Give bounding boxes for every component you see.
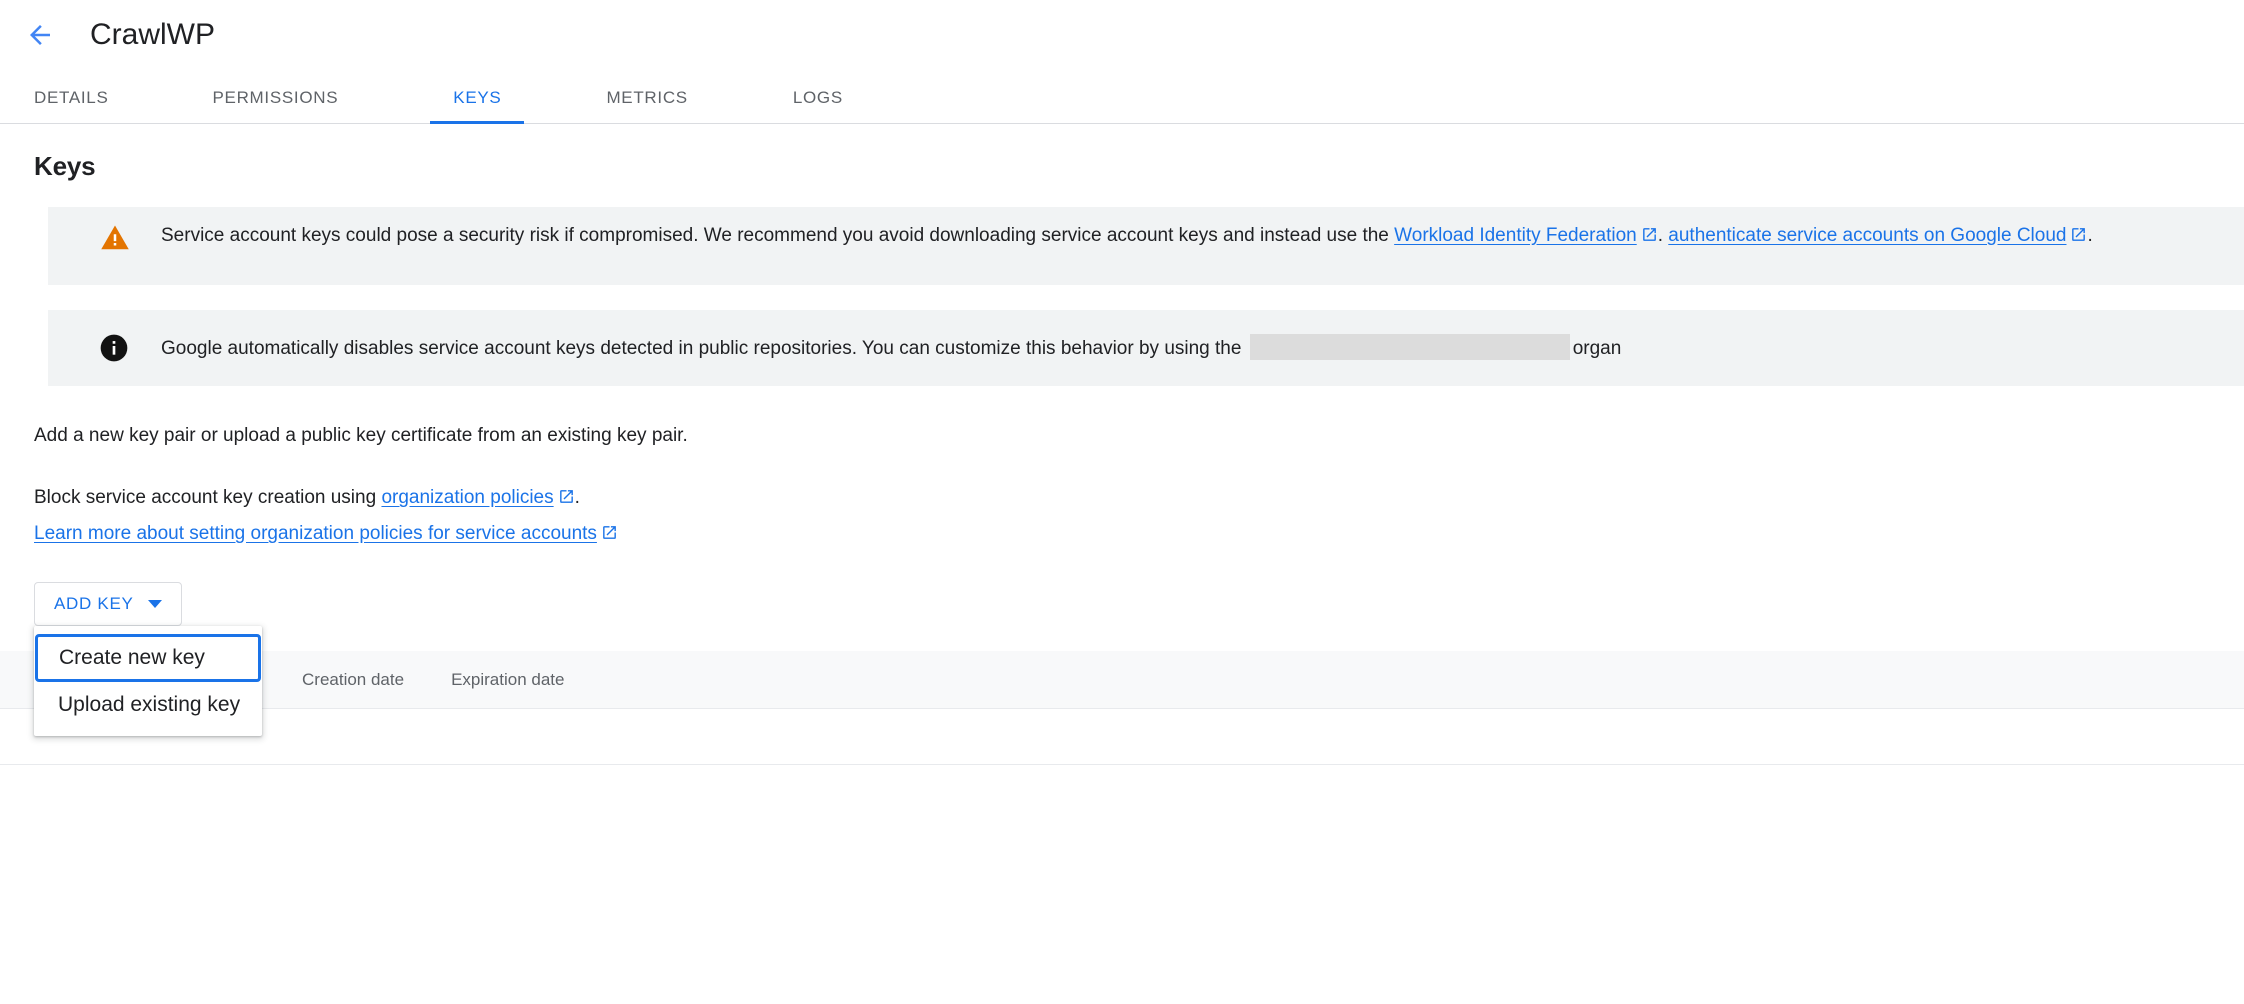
add-key-button[interactable]: ADD KEY [34,582,182,626]
back-button[interactable] [17,12,63,58]
tab-logs[interactable]: LOGS [793,88,843,123]
tab-permissions[interactable]: PERMISSIONS [213,88,339,123]
external-link-icon [1641,223,1658,252]
info-text-part-1: Google automatically disables service ac… [161,337,1247,359]
redacted-value [1249,333,1570,360]
organization-policies-link[interactable]: organization policies [381,487,553,508]
external-link-icon [558,486,575,514]
column-header-expiration-date[interactable]: Expiration date [451,670,564,690]
tab-bar: DETAILS PERMISSIONS KEYS METRICS LOGS [0,70,2244,124]
learn-more-org-policies-link[interactable]: Learn more about setting organization po… [34,523,597,544]
warning-text-part-2: . [1657,225,1669,246]
warning-text-part-1: Service account keys could pose a securi… [161,225,1395,246]
page-header: CrawlWP [0,0,2244,70]
tab-keys[interactable]: KEYS [430,88,525,124]
keys-description-block: Add a new key pair or upload a public ke… [0,422,2244,550]
block-key-creation-suffix: . [574,487,580,508]
section-title: Keys [34,151,96,181]
workload-identity-federation-link-label: Workload Identity Federation [1394,225,1637,246]
arrow-left-icon [25,20,55,50]
caret-down-icon [147,600,162,608]
add-key-dropdown-menu: Create new key Upload existing key [34,626,262,736]
authenticate-service-accounts-link[interactable]: authenticate service accounts on Google … [1668,225,2066,246]
service-account-keys-page: CrawlWP DETAILS PERMISSIONS KEYS METRICS… [0,0,2244,1004]
warning-text-part-3: . [2087,225,2093,246]
menu-item-upload-existing-key[interactable]: Upload existing key [34,682,262,728]
external-link-icon [2070,223,2087,252]
block-key-creation-prefix: Block service account key creation using [34,487,382,508]
public-repo-info-text: Google automatically disables service ac… [161,333,2244,363]
keys-table-header-row: Creation date Expiration date [0,651,2244,709]
column-header-creation-date[interactable]: Creation date [302,670,404,690]
keys-table-empty-row [0,709,2244,765]
tab-metrics[interactable]: METRICS [606,88,687,123]
menu-item-create-new-key[interactable]: Create new key [35,634,261,682]
add-key-description: Add a new key pair or upload a public ke… [34,425,688,446]
page-title: CrawlWP [90,18,215,51]
add-key-button-label: ADD KEY [54,594,134,613]
warning-triangle-icon [98,221,132,255]
learn-more-line: Learn more about setting organization po… [34,520,2244,550]
block-key-creation-line: Block service account key creation using… [34,484,2244,514]
learn-more-org-policies-link-label: Learn more about setting organization po… [34,523,597,544]
external-link-icon [601,522,618,550]
public-repo-info-banner: Google automatically disables service ac… [48,310,2244,386]
add-key-control: ADD KEY Create new key Upload existing k… [0,582,2244,736]
security-warning-banner: Service account keys could pose a securi… [48,207,2244,285]
authenticate-service-accounts-link-label: authenticate service accounts on Google … [1668,225,2067,246]
menu-item-upload-existing-key-label: Upload existing key [58,693,241,716]
menu-item-create-new-key-label: Create new key [59,646,205,669]
security-warning-text: Service account keys could pose a securi… [161,221,2244,252]
info-circle-icon [97,331,131,365]
workload-identity-federation-link[interactable]: Workload Identity Federation [1394,225,1637,246]
keys-content: Keys Service account keys could pose a s… [0,124,2244,765]
tab-details[interactable]: DETAILS [34,88,109,123]
organization-policies-link-label: organization policies [381,487,554,508]
info-text-part-2: organ [1572,337,1622,359]
keys-table: Creation date Expiration date [0,651,2244,765]
